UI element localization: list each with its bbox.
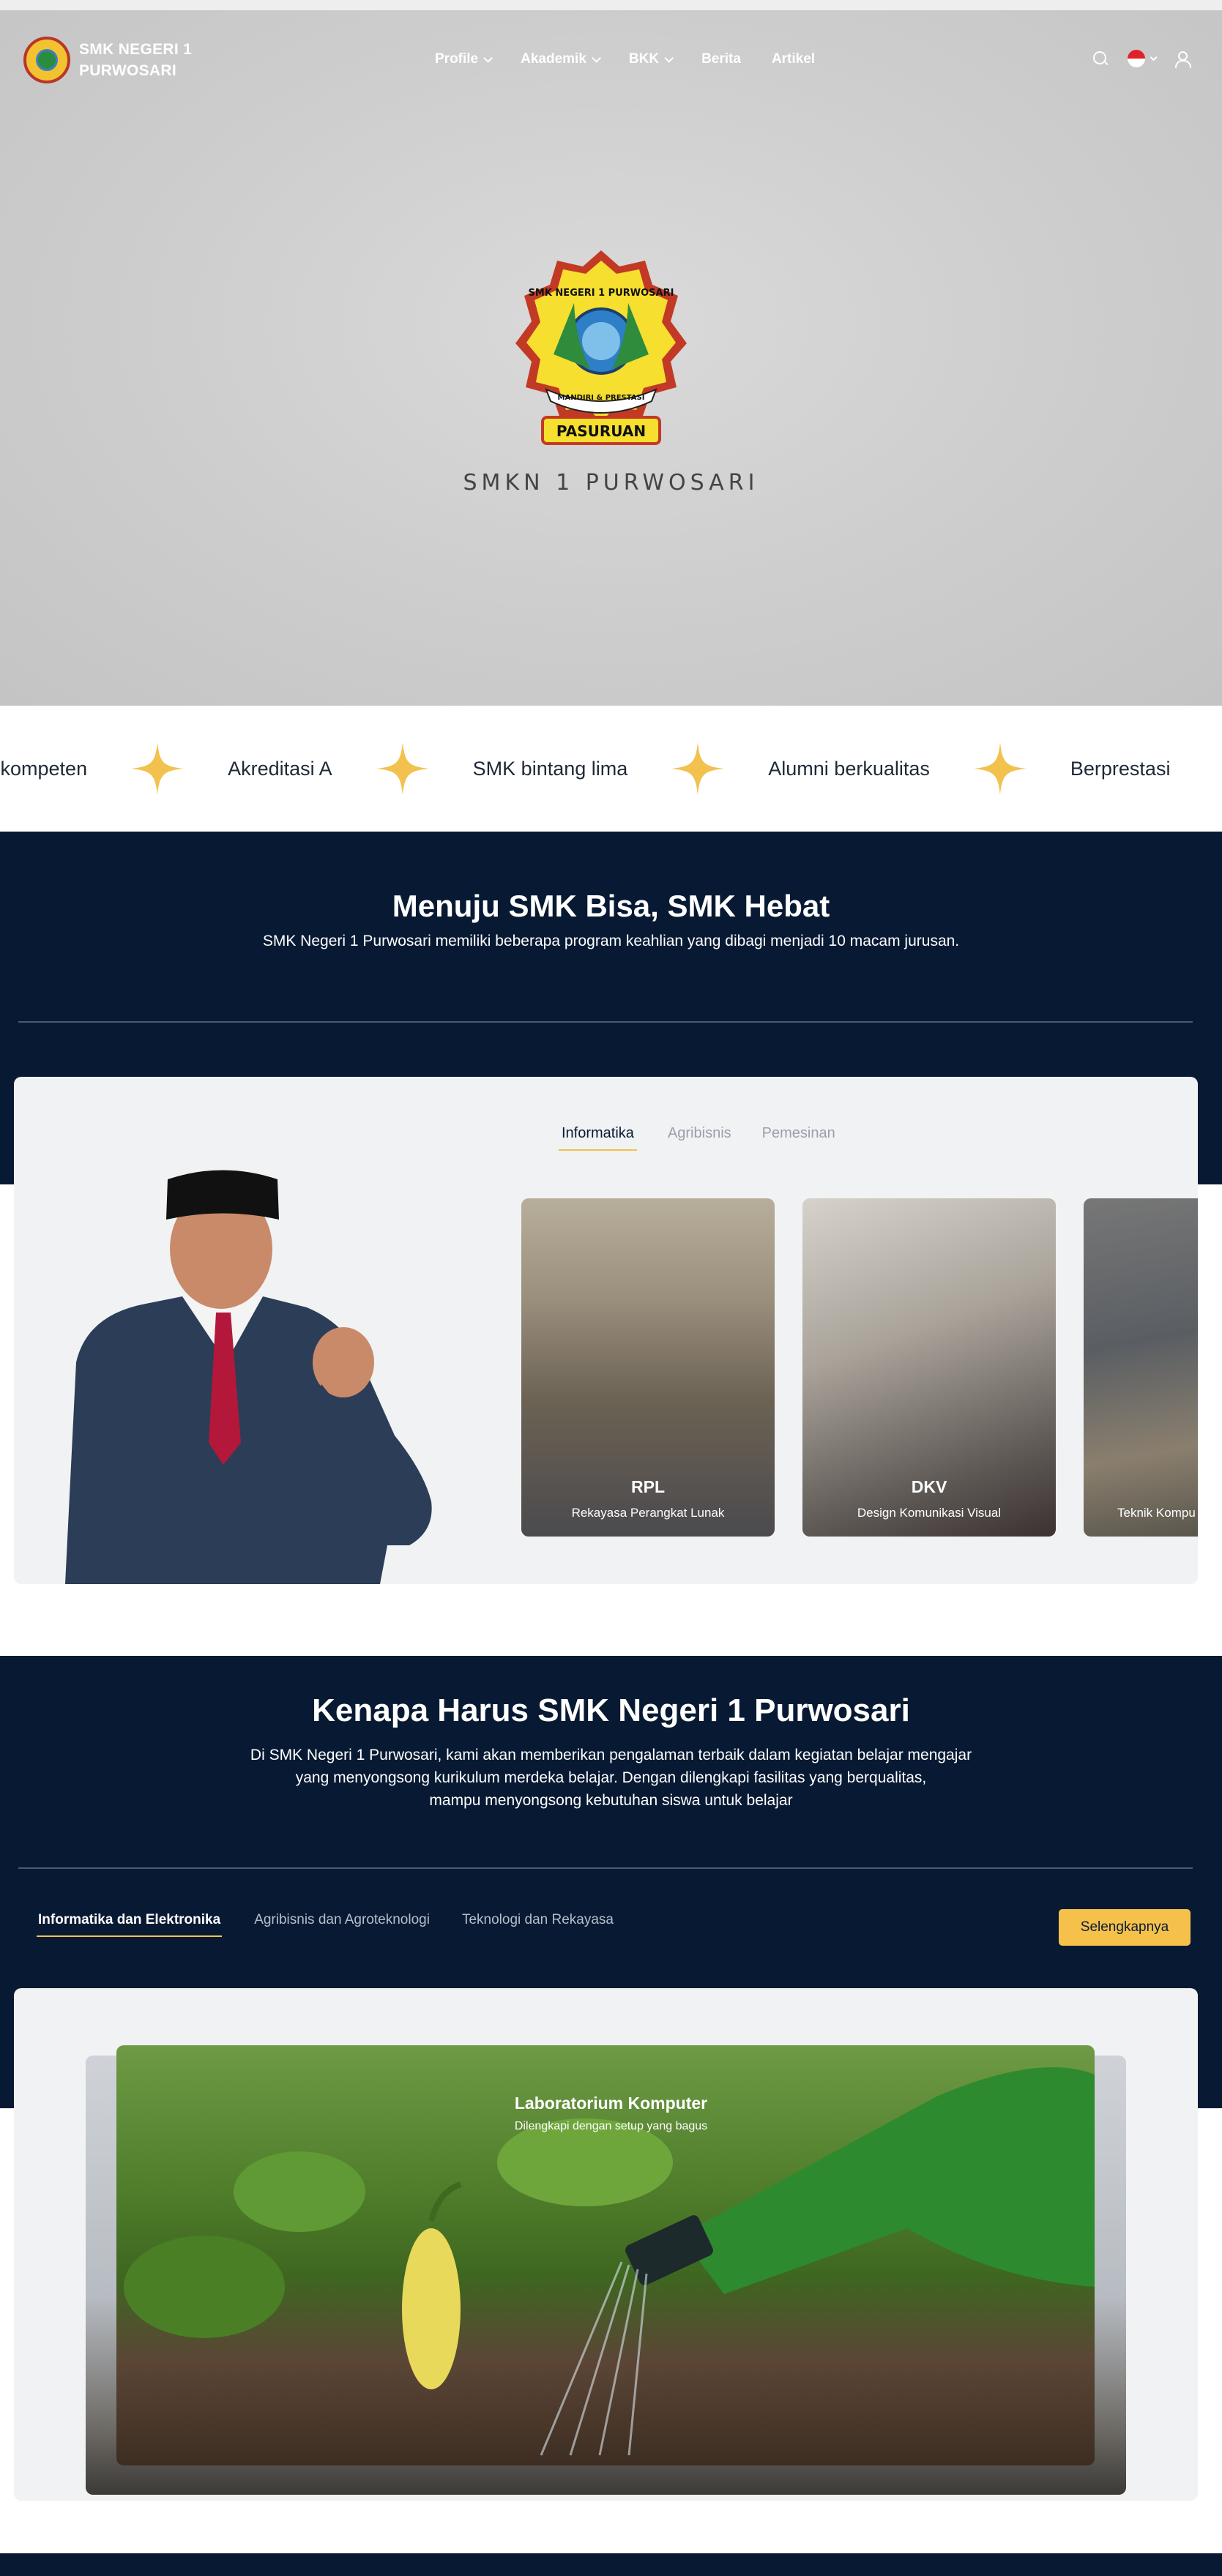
school-crest: PASURUAN MANDIRI & PRESTASI SMK NEGERI 1…	[515, 250, 687, 445]
facility-card	[14, 1988, 1198, 2501]
top-strip	[0, 0, 1222, 10]
program-name: Design Komunikasi Visual	[857, 1506, 1002, 1520]
marquee-track: g kompeten Akreditasi A SMK bintang lima…	[0, 717, 1170, 820]
program-carousel: RPL Rekayasa Perangkat Lunak DKV Design …	[521, 1198, 1198, 1537]
indonesia-flag-icon	[1128, 50, 1145, 67]
crest-top-text: SMK NEGERI 1 PURWOSARI	[529, 288, 674, 299]
marquee-item: Alumni berkualitas	[768, 757, 930, 780]
sparkle-icon	[376, 742, 429, 795]
tab-pemesinan[interactable]: Pemesinan	[762, 1125, 835, 1151]
kenapa-subtitle: Di SMK Negeri 1 Purwosari, kami akan mem…	[183, 1744, 1039, 1812]
brand-line-2: PURWOSARI	[79, 62, 176, 79]
language-switcher[interactable]	[1128, 50, 1158, 67]
nav-item-bkk[interactable]: BKK	[628, 51, 674, 67]
tab-informatika[interactable]: Informatika	[559, 1125, 637, 1151]
nav-item-label: Berita	[701, 51, 741, 67]
hero-section: SMK NEGERI 1 PURWOSARI Profile Akademik …	[0, 10, 1222, 706]
crest-ribbon-text: MANDIRI & PRESTASI	[558, 394, 645, 402]
nav-actions	[1092, 50, 1191, 68]
slide-title: Laboratorium Komputer	[514, 2094, 708, 2113]
kenapa-subtitle-line: yang menyongsong kurikulum merdeka belaj…	[295, 1769, 927, 1786]
program-card-partial[interactable]: Teknik Kompu	[1084, 1198, 1198, 1537]
search-icon[interactable]	[1092, 51, 1109, 67]
nav-item-artikel[interactable]: Artikel	[772, 51, 815, 67]
nav-item-berita[interactable]: Berita	[701, 51, 741, 67]
navbar: SMK NEGERI 1 PURWOSARI Profile Akademik …	[0, 10, 1222, 113]
jurusan-card: Informatika Agribisnis Pemesinan RPL Rek…	[14, 1077, 1198, 1584]
hero-caption: SMKN 1 PURWOSARI	[463, 470, 759, 496]
chevron-down-icon	[1150, 53, 1158, 61]
section-divider	[18, 1021, 1193, 1023]
sparkle-icon	[973, 742, 1027, 795]
section-divider	[18, 1867, 1193, 1869]
nav-item-label: Artikel	[771, 51, 816, 67]
program-code: RPL	[631, 1477, 665, 1496]
marquee-item: Akreditasi A	[228, 757, 332, 780]
nav-item-label: Profile	[435, 51, 479, 67]
program-code: DKV	[911, 1477, 947, 1496]
tab-teknologi-rekayasa[interactable]: Teknologi dan Rekayasa	[462, 1912, 614, 1937]
slide-subtitle: Dilengkapi dengan setup yang bagus	[514, 2120, 708, 2132]
chevron-down-icon	[664, 53, 674, 63]
marquee-item: Berprestasi	[1070, 757, 1171, 780]
crest-bottom-text: PASURUAN	[556, 422, 646, 440]
program-card-dkv[interactable]: DKV Design Komunikasi Visual	[802, 1198, 1056, 1537]
selengkapnya-button[interactable]: Selengkapnya	[1059, 1909, 1191, 1946]
kenapa-subtitle-line: Di SMK Negeri 1 Purwosari, kami akan mem…	[250, 1747, 972, 1763]
program-card-rpl[interactable]: RPL Rekayasa Perangkat Lunak	[521, 1198, 775, 1537]
footer-strip	[0, 2553, 1222, 2576]
jurusan-tabs: Informatika Agribisnis Pemesinan	[559, 1125, 835, 1151]
tab-agribisnis-agroteknologi[interactable]: Agribisnis dan Agroteknologi	[254, 1912, 430, 1937]
nav-item-profile[interactable]: Profile	[435, 51, 493, 67]
nav-item-label: BKK	[628, 51, 660, 67]
jurusan-subtitle: SMK Negeri 1 Purwosari memiliki beberapa…	[262, 933, 960, 949]
jurusan-title: Menuju SMK Bisa, SMK Hebat	[392, 889, 830, 923]
tab-agribisnis[interactable]: Agribisnis	[668, 1125, 731, 1151]
kenapa-tabs: Informatika dan Elektronika Agribisnis d…	[37, 1912, 614, 1937]
marquee-item: SMK bintang lima	[472, 757, 628, 780]
chevron-down-icon	[592, 53, 601, 63]
program-name: Rekayasa Perangkat Lunak	[571, 1506, 725, 1520]
kenapa-subtitle-line: mampu menyongsong kebutuhan siswa untuk …	[429, 1792, 793, 1809]
chevron-down-icon	[483, 53, 493, 63]
brand-text: SMK NEGERI 1 PURWOSARI	[79, 39, 192, 81]
nav-item-label: Akademik	[521, 51, 586, 67]
main-menu: Profile Akademik BKK Berita Artikel	[435, 51, 815, 67]
sparkle-icon	[131, 742, 185, 795]
school-logo-icon	[23, 37, 70, 83]
nav-item-akademik[interactable]: Akademik	[521, 51, 601, 67]
brand-logo[interactable]: SMK NEGERI 1 PURWOSARI	[23, 37, 192, 83]
brand-line-1: SMK NEGERI 1	[79, 41, 193, 58]
kenapa-title: Kenapa Harus SMK Negeri 1 Purwosari	[312, 1692, 910, 1728]
headmaster-photo	[65, 1170, 432, 1584]
highlights-marquee: g kompeten Akreditasi A SMK bintang lima…	[0, 717, 1222, 820]
sparkle-icon	[671, 742, 725, 795]
program-name: Teknik Kompu	[1117, 1506, 1196, 1520]
marquee-item: g kompeten	[0, 757, 88, 780]
tab-informatika-elektronika[interactable]: Informatika dan Elektronika	[37, 1912, 223, 1937]
user-icon[interactable]	[1174, 51, 1191, 68]
